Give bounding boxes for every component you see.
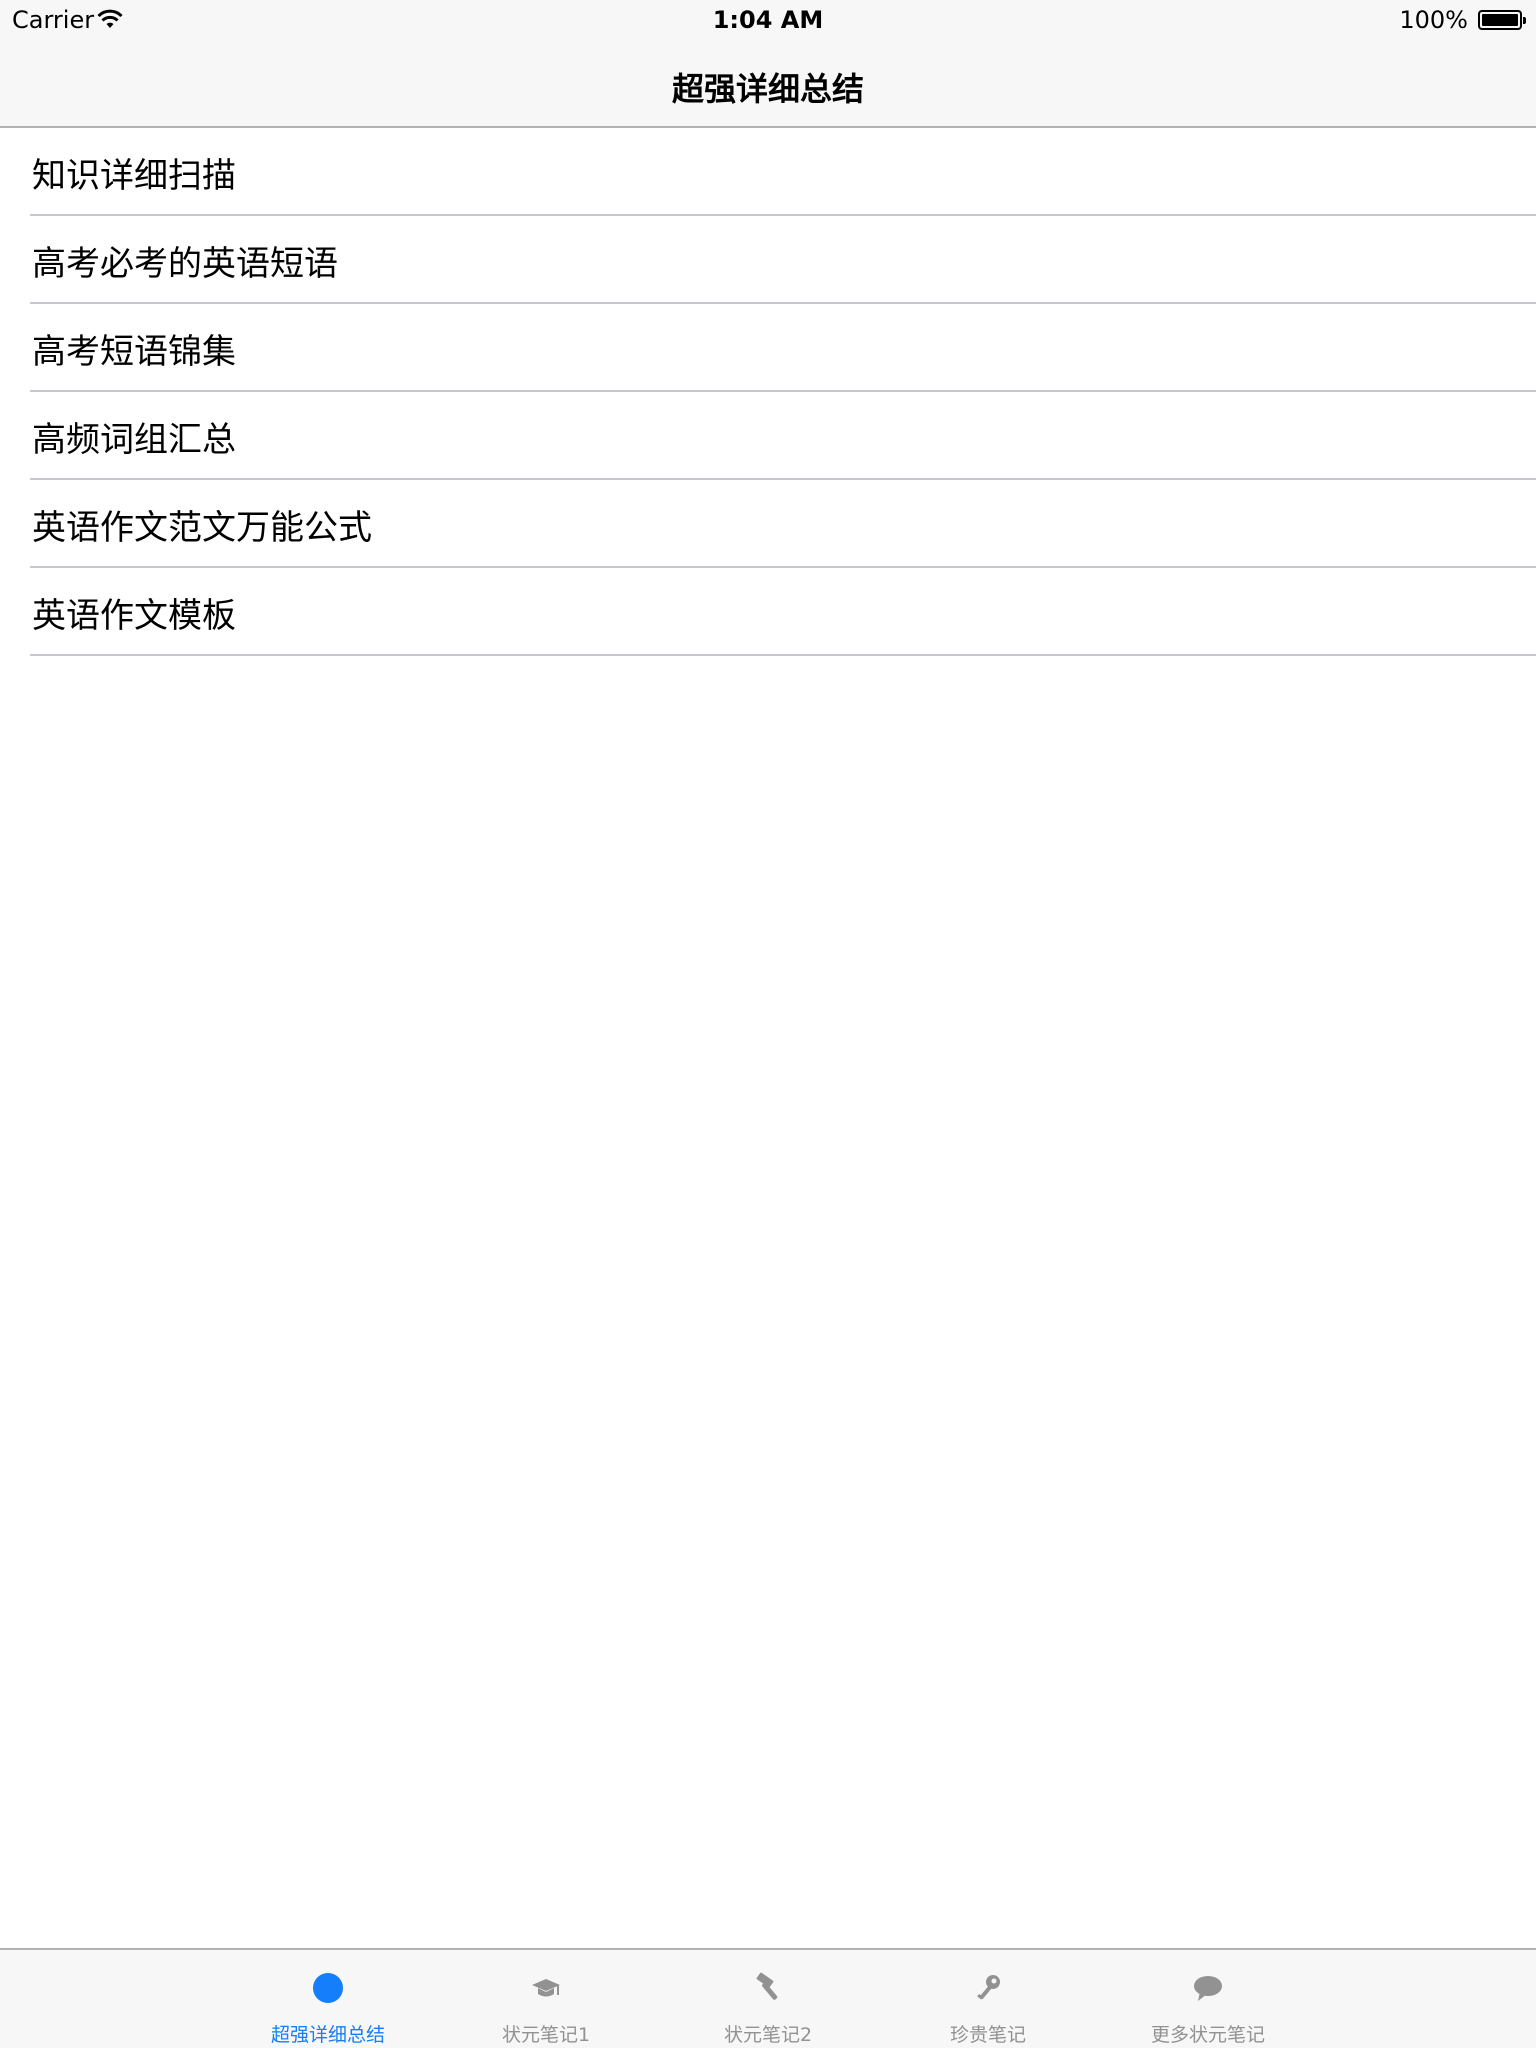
circle-icon: [313, 1973, 343, 2003]
list-item-label: 英语作文模板: [32, 596, 236, 636]
list-item-label: 英语作文范文万能公式: [32, 508, 372, 548]
tab-label: 状元笔记2: [723, 2024, 813, 2046]
battery-icon: [1478, 10, 1526, 30]
list-item-label: 知识详细扫描: [32, 156, 236, 196]
tab-label: 状元笔记1: [501, 2024, 591, 2046]
tab-precious-notes[interactable]: 珍贵笔记: [888, 1950, 1088, 2048]
list-item[interactable]: 英语作文范文万能公式: [0, 480, 1536, 568]
list-item[interactable]: 高考必考的英语短语: [0, 216, 1536, 304]
list-item-label: 高考短语锦集: [32, 332, 236, 372]
tab-summary[interactable]: 超强详细总结: [228, 1950, 428, 2048]
tab-bar: 超强详细总结 状元笔记1 状元笔记2 珍贵笔记 更多状元笔记: [0, 1948, 1536, 2048]
tab-notes-1[interactable]: 状元笔记1: [446, 1950, 646, 2048]
key-icon: [977, 1975, 1000, 2000]
list-item[interactable]: 高频词组汇总: [0, 392, 1536, 480]
row-separator: [30, 654, 1536, 656]
tab-label: 超强详细总结: [270, 2024, 385, 2046]
hammer-icon: [756, 1972, 778, 2000]
content-list: 知识详细扫描 高考必考的英语短语 高考短语锦集 高频词组汇总 英语作文范文万能公…: [0, 128, 1536, 656]
graduation-cap-icon: [532, 1979, 560, 1997]
page-title: 超强详细总结: [671, 70, 864, 108]
list-item[interactable]: 英语作文模板: [0, 568, 1536, 656]
tab-more-notes[interactable]: 更多状元笔记: [1108, 1950, 1308, 2048]
list-item-label: 高频词组汇总: [32, 420, 236, 460]
navigation-bar: 超强详细总结: [0, 40, 1536, 128]
status-bar: Carrier 1:04 AM 100%: [0, 0, 1536, 40]
list-item-label: 高考必考的英语短语: [32, 244, 338, 284]
clock: 1:04 AM: [712, 6, 824, 34]
battery-percentage: 100%: [1399, 6, 1468, 34]
list-item[interactable]: 高考短语锦集: [0, 304, 1536, 392]
tab-notes-2[interactable]: 状元笔记2: [668, 1950, 868, 2048]
list-item[interactable]: 知识详细扫描: [0, 128, 1536, 216]
speech-bubble-icon: [1194, 1976, 1222, 2001]
tab-label: 更多状元笔记: [1150, 2024, 1265, 2046]
tab-label: 珍贵笔记: [949, 2024, 1026, 2046]
